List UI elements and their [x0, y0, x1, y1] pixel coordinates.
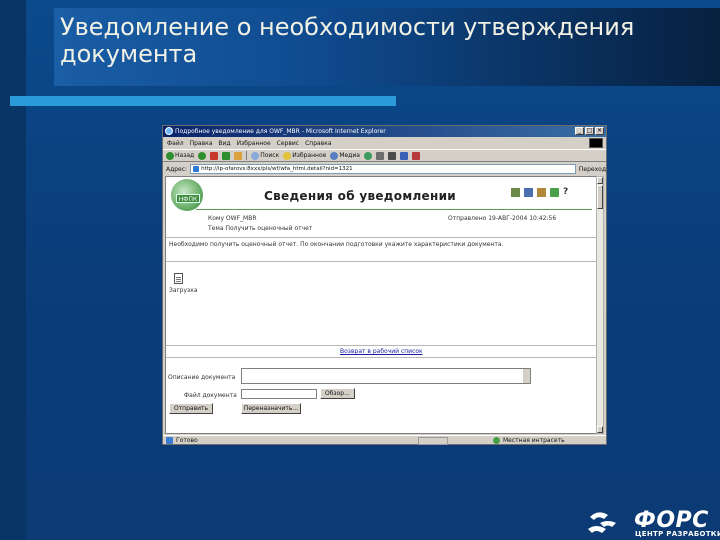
page-done-icon	[166, 437, 173, 444]
attachment-label[interactable]: Загрузка	[169, 287, 198, 294]
back-arrow-icon	[166, 151, 174, 160]
toolbar: Назад Поиск Избранное Медиа	[163, 149, 606, 162]
media-label: Медиа	[339, 152, 360, 159]
favorites-label: Избранное	[292, 152, 327, 159]
address-bar: Адрес: http://ip-ofarovs:8xxx/pls/wf/wfa…	[163, 163, 606, 175]
to-label: Кому OWF_MBR	[208, 215, 257, 222]
scroll-up-arrow[interactable]	[597, 177, 603, 184]
heading-rule	[196, 209, 592, 210]
favorites-star-icon	[283, 151, 292, 160]
menu-bar: Файл Правка Вид Избранное Сервис Справка	[163, 138, 606, 148]
favorites-button[interactable]: Избранное	[283, 151, 327, 160]
menu-edit[interactable]: Правка	[190, 140, 213, 147]
browser-window: Подробное уведомление для OWF_MBR - Micr…	[162, 125, 607, 445]
menu-file[interactable]: Файл	[167, 140, 184, 147]
zone-text: Местная интрасеть	[503, 437, 565, 444]
window-titlebar[interactable]: Подробное уведомление для OWF_MBR - Micr…	[163, 126, 606, 137]
divider	[166, 261, 596, 262]
status-zone: Местная интрасеть	[493, 437, 565, 444]
logo-text: НФПК	[176, 194, 200, 203]
media-icon	[330, 151, 339, 160]
back-button[interactable]: Назад	[166, 151, 195, 160]
file-label: Файл документа	[184, 392, 237, 399]
send-button[interactable]: Отправить	[169, 403, 213, 414]
scroll-down-arrow[interactable]	[597, 426, 603, 433]
stop-icon[interactable]	[210, 151, 219, 160]
worklist-icon[interactable]	[524, 187, 533, 197]
back-label: Назад	[175, 152, 195, 159]
windows-logo-icon	[589, 138, 603, 148]
preferences-icon[interactable]	[537, 187, 546, 197]
divider	[166, 357, 596, 358]
redirect-button[interactable]: Переназначить...	[241, 403, 301, 414]
page-viewport: НФПК Сведения об уведомлении ? Кому OWF_…	[165, 176, 597, 434]
attachment-icon[interactable]	[174, 273, 183, 284]
company-subtitle: ЦЕНТР РАЗРАБОТКИ	[635, 530, 720, 538]
status-bar: Готово Местная интрасеть	[163, 435, 606, 445]
forward-arrow-icon[interactable]	[198, 151, 207, 160]
status-progress-cell	[418, 437, 448, 445]
address-input[interactable]: http://ip-ofarovs:8xxx/pls/wf/wfa_html.d…	[190, 164, 576, 174]
file-input[interactable]	[241, 389, 317, 399]
divider	[166, 345, 596, 346]
page-heading: Сведения об уведомлении	[264, 189, 456, 203]
messenger-icon[interactable]	[411, 151, 420, 160]
internet-explorer-icon	[165, 127, 173, 135]
status-text: Готово	[176, 437, 198, 444]
fors-logo-icon	[588, 512, 616, 533]
notification-body: Необходимо получить оценочный отчет. По …	[169, 241, 504, 248]
edit-icon[interactable]	[399, 151, 408, 160]
history-icon[interactable]	[363, 151, 372, 160]
scroll-thumb[interactable]	[597, 185, 603, 209]
subject-label: Тема Получить оценочный отчет	[208, 225, 313, 232]
toolbar-separator	[246, 151, 248, 160]
home-page-icon[interactable]	[511, 187, 520, 197]
mail-icon[interactable]	[375, 151, 384, 160]
refresh-icon[interactable]	[222, 151, 231, 160]
menu-favorites[interactable]: Избранное	[237, 140, 271, 147]
description-label: Описание документа	[168, 374, 236, 381]
status-left: Готово	[166, 437, 198, 444]
return-to-worklist-link[interactable]: Возврат в рабочий список	[340, 348, 423, 355]
print-icon[interactable]	[387, 151, 396, 160]
go-button[interactable]: Переход	[579, 166, 606, 173]
maximize-button[interactable]: □	[585, 127, 594, 135]
slide-title: Уведомление о необходимости утверждения …	[60, 13, 635, 68]
divider	[166, 237, 596, 238]
address-label: Адрес:	[166, 165, 188, 173]
left-band	[0, 0, 26, 540]
intranet-zone-icon	[493, 437, 500, 444]
page-icons: ?	[511, 187, 568, 197]
window-controls: _ □ ✕	[575, 127, 604, 135]
vertical-scrollbar[interactable]	[596, 176, 604, 434]
accent-bar	[10, 96, 396, 106]
search-button[interactable]: Поиск	[251, 151, 280, 160]
description-textarea[interactable]	[241, 368, 531, 384]
search-icon	[251, 151, 260, 160]
menu-tools[interactable]: Сервис	[277, 140, 299, 147]
document-icon[interactable]	[550, 187, 559, 197]
close-button[interactable]: ✕	[595, 127, 604, 135]
search-label: Поиск	[260, 152, 280, 159]
media-button[interactable]: Медиа	[330, 151, 360, 160]
menu-view[interactable]: Вид	[218, 140, 230, 147]
menu-help[interactable]: Справка	[305, 140, 331, 147]
help-icon[interactable]: ?	[563, 187, 568, 197]
home-icon[interactable]	[234, 151, 243, 160]
window-title: Подробное уведомление для OWF_MBR - Micr…	[175, 128, 386, 135]
sent-label: Отправлено 19-АВГ-2004 10:42:56	[448, 215, 557, 222]
minimize-button[interactable]: _	[575, 127, 584, 135]
browse-button[interactable]: Обзор...	[320, 388, 355, 399]
